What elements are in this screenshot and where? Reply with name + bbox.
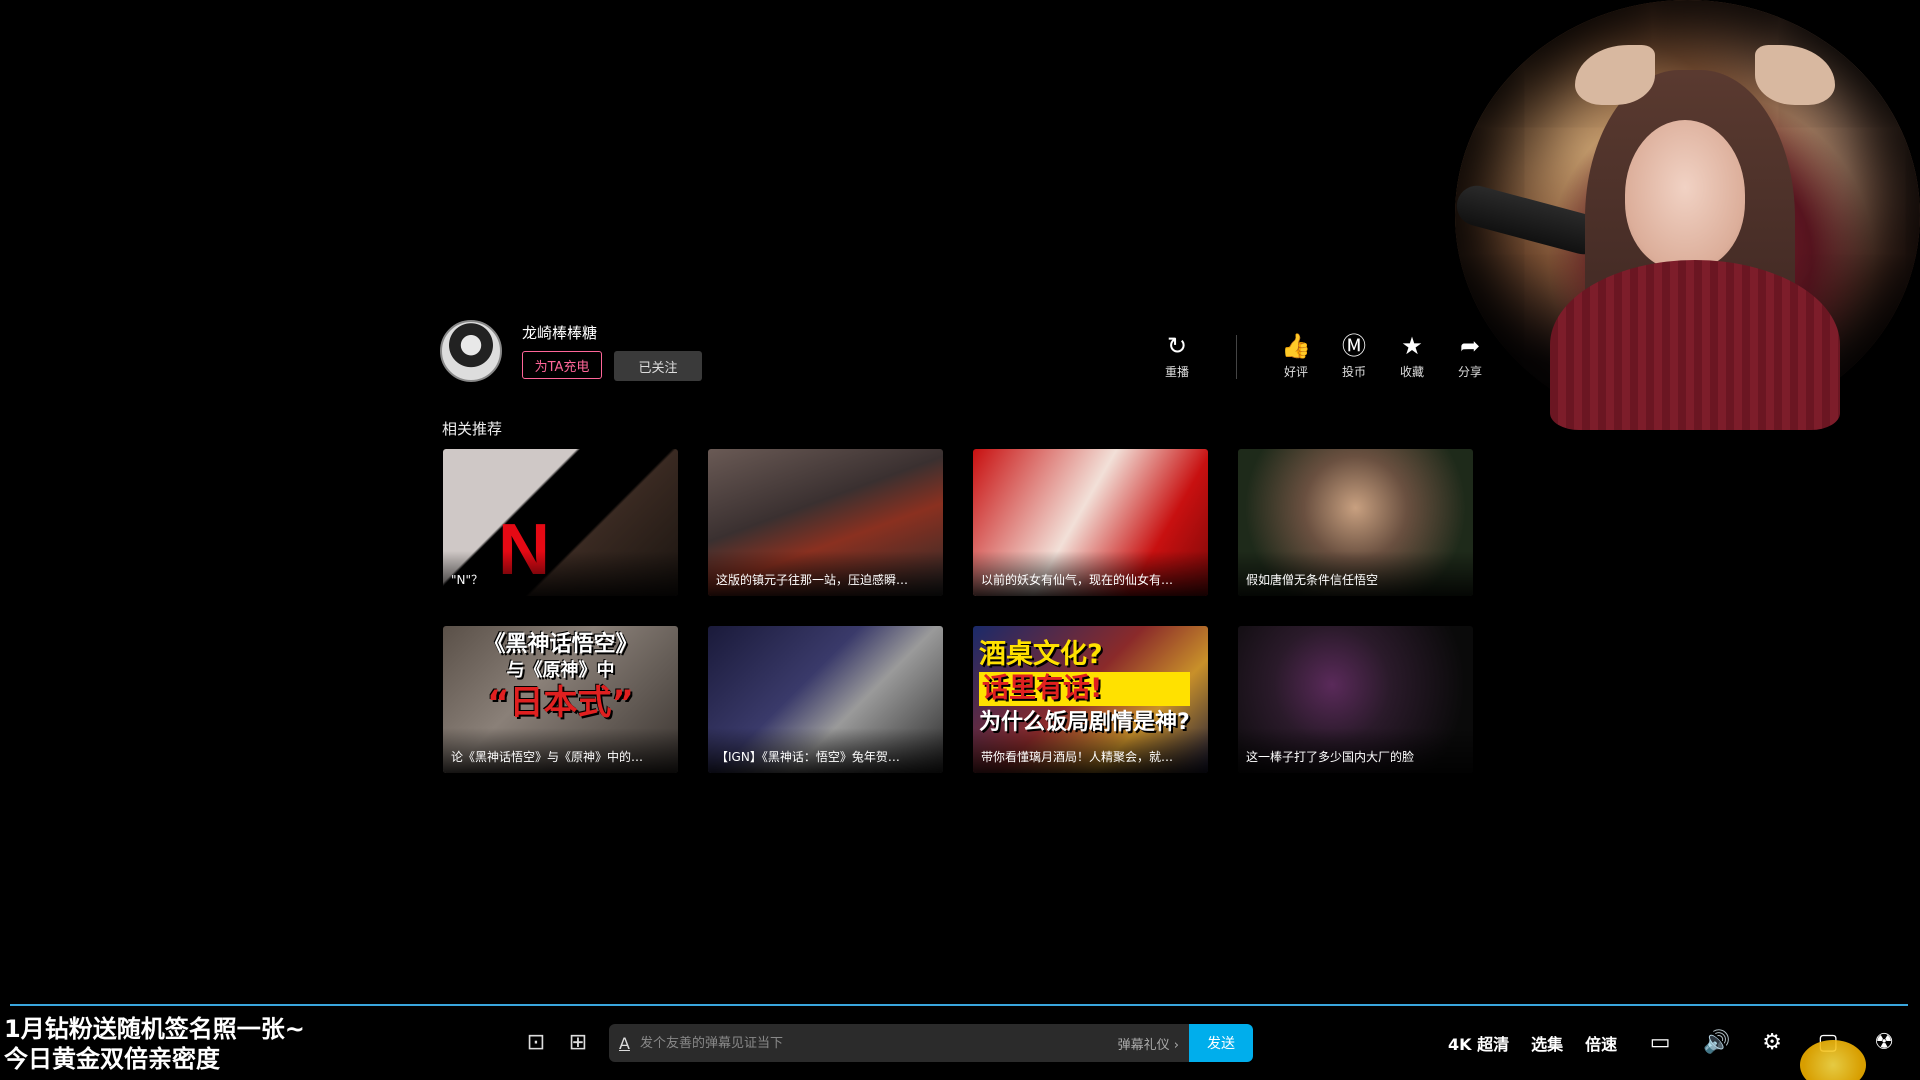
related-video-card[interactable]: 【IGN】《黑神话：悟空》兔年贺… — [708, 626, 943, 773]
danmaku-bar: A 弹幕礼仪 › — [609, 1024, 1189, 1062]
favorite-button[interactable]: ★ 收藏 — [1383, 333, 1441, 380]
video-caption: 以前的妖女有仙气，现在的仙女有… — [973, 551, 1208, 596]
uploader-avatar[interactable] — [440, 320, 502, 382]
share-label: 分享 — [1457, 365, 1482, 379]
streamer-face — [1625, 120, 1745, 270]
uploader-info: 龙崎棒棒糖 为TA充电 已关注 — [522, 320, 702, 381]
uploader-buttons: 为TA充电 已关注 — [522, 351, 702, 381]
fullscreen-icon[interactable]: ☢ — [1871, 1030, 1897, 1055]
video-caption: 带你看懂璃月酒局！人精聚会，就… — [973, 728, 1208, 773]
danmaku-toggles: ⊡ ⊞ — [524, 1030, 590, 1055]
volume-icon[interactable]: 🔊 — [1703, 1030, 1730, 1055]
danmaku-style-icon[interactable]: A — [619, 1034, 630, 1053]
related-video-card[interactable]: 这版的镇元子往那一站，压迫感瞬… — [708, 449, 943, 596]
follow-button[interactable]: 已关注 — [614, 351, 702, 381]
overlay-line-1: 《黑神话悟空》 — [483, 632, 638, 657]
overlay-line-2: 话里有话! — [979, 672, 1190, 706]
danmaku-toggle-icon[interactable]: ⊡ — [524, 1030, 548, 1055]
gear-icon[interactable]: ⚙ — [1759, 1030, 1785, 1055]
thumbnail-overlay-text: 酒桌文化? 话里有话! 为什么饭局剧情是神? — [979, 638, 1190, 740]
related-video-card[interactable]: 假如唐僧无条件信任悟空 — [1238, 449, 1473, 596]
related-video-card[interactable]: 酒桌文化? 话里有话! 为什么饭局剧情是神? 带你看懂璃月酒局！人精聚会，就… — [973, 626, 1208, 773]
action-bar: ↻ 重播 👍 好评 Ⓜ 投币 ★ 收藏 ➦ 分享 — [1148, 333, 1499, 380]
uploader-name[interactable]: 龙崎棒棒糖 — [522, 322, 702, 343]
uploader-panel: 龙崎棒棒糖 为TA充电 已关注 — [440, 320, 702, 382]
overlay-line-3: “日本式” — [487, 683, 634, 723]
quality-button[interactable]: 4K 超清 — [1448, 1031, 1509, 1055]
replay-icon: ↻ — [1166, 332, 1188, 360]
share-icon: ➦ — [1459, 332, 1481, 360]
thumbs-up-icon: 👍 — [1281, 332, 1311, 360]
video-caption: "N"？ — [443, 551, 678, 596]
action-divider — [1236, 335, 1237, 379]
related-grid: N "N"？ 这版的镇元子往那一站，压迫感瞬… 以前的妖女有仙气，现在的仙女有…… — [443, 449, 1473, 773]
antler-ear-right — [1755, 45, 1835, 105]
related-title: 相关推荐 — [442, 420, 503, 438]
antler-ear-left — [1575, 45, 1655, 105]
like-label: 好评 — [1283, 365, 1308, 379]
coin-button[interactable]: Ⓜ 投币 — [1325, 333, 1383, 380]
thumbnail-overlay-text: 《黑神话悟空》 与《原神》中 “日本式” — [451, 632, 670, 722]
streamer-webcam — [1452, 0, 1920, 430]
overlay-line-1: 酒桌文化? — [979, 639, 1103, 670]
video-caption: 假如唐僧无条件信任悟空 — [1238, 551, 1473, 596]
danmaku-etiquette-link[interactable]: 弹幕礼仪 › — [1118, 1034, 1179, 1053]
coin-label: 投币 — [1341, 365, 1366, 379]
coin-icon: Ⓜ — [1342, 332, 1366, 360]
danmaku-settings-icon[interactable]: ⊞ — [566, 1030, 590, 1055]
related-video-card[interactable]: 以前的妖女有仙气，现在的仙女有… — [973, 449, 1208, 596]
overlay-line-2: 与《原神》中 — [506, 660, 615, 681]
video-caption: 论《黑神话悟空》与《原神》中的… — [443, 728, 678, 773]
star-icon: ★ — [1401, 332, 1423, 360]
share-button[interactable]: ➦ 分享 — [1441, 333, 1499, 380]
related-video-card[interactable]: N "N"？ — [443, 449, 678, 596]
stream-promo: 1月钻粉送随机签名照一张~ 今日黄金双倍亲密度 — [4, 1014, 305, 1074]
subtitle-icon[interactable]: ▭ — [1647, 1030, 1673, 1055]
progress-bar[interactable] — [10, 1004, 1908, 1006]
favorite-label: 收藏 — [1399, 365, 1424, 379]
send-button[interactable]: 发送 — [1189, 1024, 1253, 1062]
related-video-card[interactable]: 《黑神话悟空》 与《原神》中 “日本式” 论《黑神话悟空》与《原神》中的… — [443, 626, 678, 773]
related-video-card[interactable]: 这一棒子打了多少国内大厂的脸 — [1238, 626, 1473, 773]
video-caption: 这一棒子打了多少国内大厂的脸 — [1238, 728, 1473, 773]
replay-label: 重播 — [1164, 365, 1189, 379]
speed-button[interactable]: 倍速 — [1585, 1031, 1617, 1055]
promo-line-1: 1月钻粉送随机签名照一张~ — [4, 1015, 305, 1043]
like-button[interactable]: 👍 好评 — [1267, 333, 1325, 380]
video-caption: 【IGN】《黑神话：悟空》兔年贺… — [708, 728, 943, 773]
episodes-button[interactable]: 选集 — [1531, 1031, 1563, 1055]
replay-button[interactable]: ↻ 重播 — [1148, 333, 1206, 380]
video-caption: 这版的镇元子往那一站，压迫感瞬… — [708, 551, 943, 596]
charge-button[interactable]: 为TA充电 — [522, 351, 602, 379]
promo-line-2: 今日黄金双倍亲密度 — [4, 1045, 220, 1073]
streamer-sweater — [1550, 260, 1840, 430]
video-player[interactable]: 龙崎棒棒糖 为TA充电 已关注 ↻ 重播 👍 好评 Ⓜ 投币 ★ 收藏 ➦ 分享 — [0, 0, 1920, 1080]
danmaku-input[interactable] — [637, 1034, 1118, 1052]
